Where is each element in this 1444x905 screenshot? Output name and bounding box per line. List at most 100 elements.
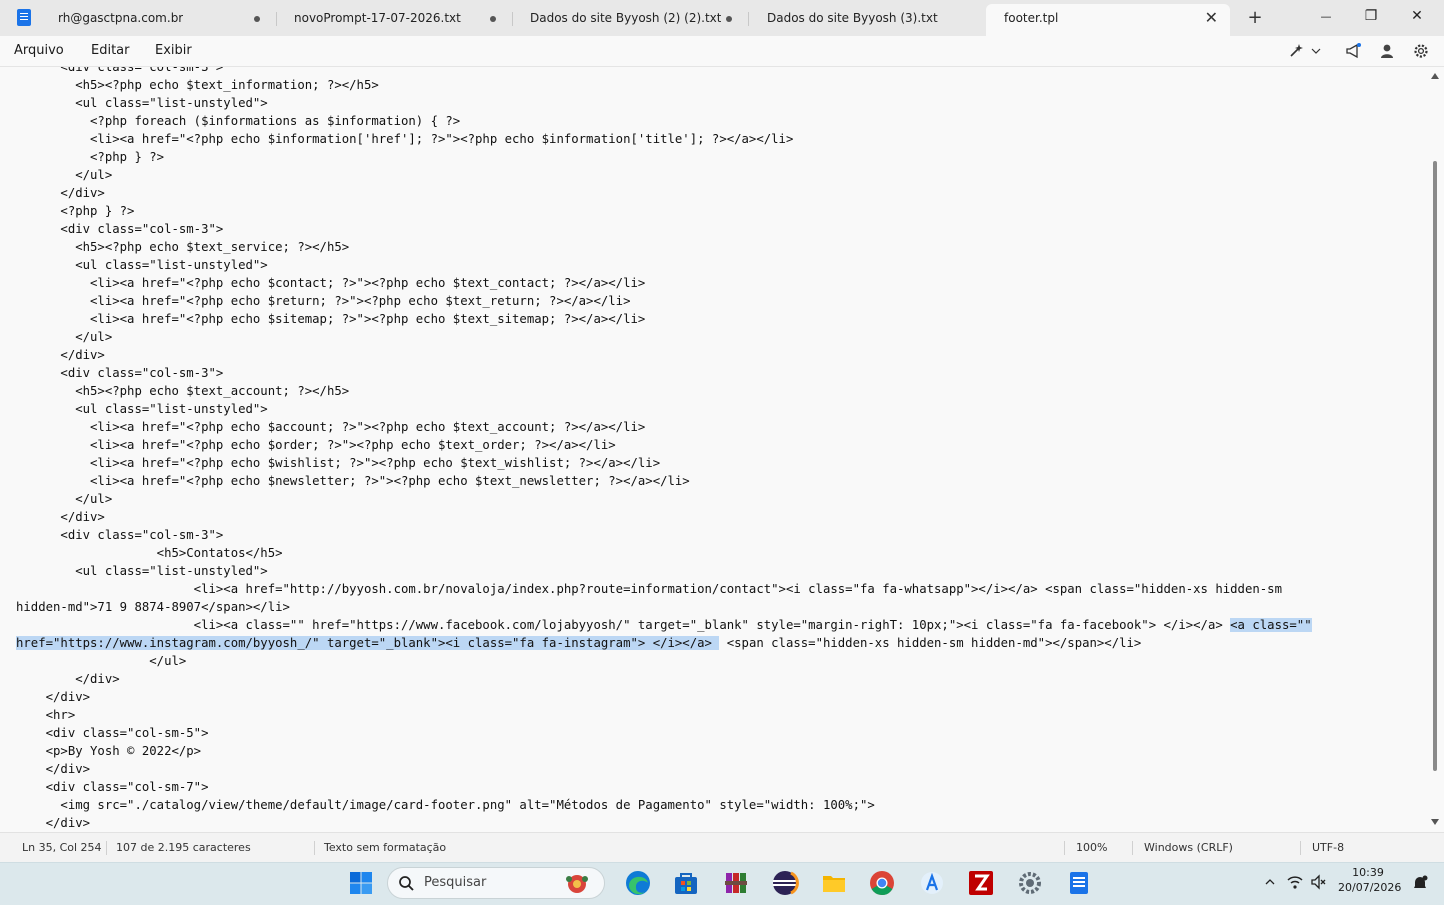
taskbar: Pesquisar 10:39 20/07/2026 xyxy=(0,862,1444,905)
windows-start-icon[interactable] xyxy=(347,869,375,897)
code-line: <li><a href="<?php echo $sitemap; ?>"><?… xyxy=(16,312,646,326)
code-line: </div> xyxy=(16,690,91,704)
close-tab-icon[interactable]: ✕ xyxy=(1205,4,1218,32)
code-line: <h5><?php echo $text_information; ?></h5… xyxy=(16,78,379,92)
tab-rh-gasctpna[interactable]: rh@gasctpna.com.br xyxy=(40,4,276,36)
code-line-cursor: <li><a class="" href="https://www.facebo… xyxy=(16,616,1312,634)
code-line: <li><a href="<?php echo $wishlist; ?>"><… xyxy=(16,456,661,470)
scroll-thumb[interactable] xyxy=(1433,161,1437,771)
code-line: <img src="./catalog/view/theme/default/i… xyxy=(16,798,875,812)
unsaved-dot-icon xyxy=(490,16,496,22)
close-icon: ✕ xyxy=(1411,8,1423,24)
file-explorer-icon[interactable] xyxy=(820,869,848,897)
code-line: hidden-md">71 9 8874-8907</span></li> xyxy=(16,600,290,614)
chevron-down-icon[interactable] xyxy=(1309,42,1323,60)
search-icon xyxy=(399,876,414,891)
code-line: <div class="col-sm-3"> xyxy=(16,366,224,380)
code-line: </ul> xyxy=(16,492,113,506)
settings-icon[interactable] xyxy=(1016,869,1044,897)
notification-icon[interactable] xyxy=(1411,874,1429,892)
status-separator xyxy=(314,841,315,855)
vertical-scrollbar[interactable] xyxy=(1428,67,1444,832)
cursor-position: Ln 35, Col 254 xyxy=(22,841,102,854)
maximize-button[interactable]: ❐ xyxy=(1348,0,1394,32)
code-line: </div> xyxy=(16,186,105,200)
new-tab-button[interactable]: + xyxy=(1243,5,1267,31)
code-line: </div> xyxy=(16,510,105,524)
notepad-icon xyxy=(17,9,31,26)
store-icon[interactable] xyxy=(672,869,700,897)
code-line: </ul> xyxy=(16,654,187,668)
close-window-button[interactable]: ✕ xyxy=(1394,0,1440,32)
text-editor[interactable]: <div class="col-sm-3"> <h5><?php echo $t… xyxy=(0,67,1428,832)
code-line: <li><a href="<?php echo $return; ?>"><?p… xyxy=(16,294,631,308)
status-separator xyxy=(106,841,107,855)
code-line: <div class="col-sm-3"> xyxy=(16,67,224,74)
code-line: <h5><?php echo $text_service; ?></h5> xyxy=(16,240,350,254)
code-line: <hr> xyxy=(16,708,76,722)
unsaved-dot-icon xyxy=(726,16,732,22)
gear-icon[interactable] xyxy=(1412,42,1430,60)
title-bar: rh@gasctpna.com.br novoPrompt-17-07-2026… xyxy=(0,0,1444,36)
line-ending[interactable]: Windows (CRLF) xyxy=(1144,833,1233,863)
code-line: <li><a href="<?php echo $order; ?>"><?ph… xyxy=(16,438,616,452)
menu-editar[interactable]: Editar xyxy=(91,36,130,66)
menu-exibir[interactable]: Exibir xyxy=(155,36,192,66)
code-line: <?php } ?> xyxy=(16,150,165,164)
menu-arquivo[interactable]: Arquivo xyxy=(14,36,64,66)
wifi-icon[interactable] xyxy=(1286,874,1304,890)
text-selection: <a class="" xyxy=(1230,618,1312,632)
restore-icon: ❐ xyxy=(1364,8,1378,24)
tab-dados-byyosh-3[interactable]: Dados do site Byyosh (3).txt xyxy=(749,4,985,36)
search-highlight-icon xyxy=(566,875,588,893)
megaphone-icon[interactable] xyxy=(1344,42,1362,60)
code-line: <li><a href="<?php echo $information['hr… xyxy=(16,132,794,146)
code-line: <ul class="list-unstyled"> xyxy=(16,564,268,578)
scroll-down-icon[interactable] xyxy=(1431,819,1439,825)
clock-time: 10:39 xyxy=(1352,866,1384,879)
edge-icon[interactable] xyxy=(624,869,652,897)
scroll-up-icon[interactable] xyxy=(1431,73,1439,79)
search-placeholder: Pesquisar xyxy=(424,875,487,890)
code-line: </ul> xyxy=(16,168,113,182)
code-line: <div class="col-sm-5"> xyxy=(16,726,209,740)
code-line: <ul class="list-unstyled"> xyxy=(16,258,268,272)
winrar-icon[interactable] xyxy=(722,869,750,897)
tab-footer-tpl[interactable]: footer.tpl ✕ xyxy=(986,4,1230,36)
format-indicator: Texto sem formatação xyxy=(324,841,447,854)
encoding[interactable]: UTF-8 xyxy=(1312,833,1344,863)
code-line: </div> xyxy=(16,762,91,776)
code-line: <h5>Contatos</h5> xyxy=(16,546,283,560)
text-selection: href="https://www.instagram.com/byyosh_/… xyxy=(16,636,720,650)
code-line: <div class="col-sm-7"> xyxy=(16,780,209,794)
code-line: </div> xyxy=(16,816,91,830)
tab-novoprompt[interactable]: novoPrompt-17-07-2026.txt xyxy=(276,4,512,36)
tab-title: footer.tpl xyxy=(1004,11,1059,25)
status-bar: Ln 35, Col 254 107 de 2.195 caracteres T… xyxy=(0,832,1444,863)
status-separator xyxy=(1300,841,1301,855)
account-icon[interactable] xyxy=(1378,42,1396,60)
tab-title: novoPrompt-17-07-2026.txt xyxy=(294,11,461,25)
chrome-icon[interactable] xyxy=(868,869,896,897)
minimize-button[interactable]: — xyxy=(1303,0,1349,32)
search-input[interactable]: Pesquisar xyxy=(387,867,605,899)
filezilla-icon[interactable] xyxy=(967,869,995,897)
app-icon[interactable] xyxy=(918,869,946,897)
code-line: <?php foreach ($informations as $informa… xyxy=(16,114,461,128)
code-line: <ul class="list-unstyled"> xyxy=(16,96,268,110)
speaker-muted-icon[interactable] xyxy=(1310,874,1328,890)
clock-date: 20/07/2026 xyxy=(1338,881,1402,894)
clock[interactable]: 10:39 20/07/2026 xyxy=(1338,866,1402,894)
code-line: </div> xyxy=(16,672,120,686)
tab-dados-byyosh-2[interactable]: Dados do site Byyosh (2) (2).txt xyxy=(512,4,748,36)
code-line: <li><a href="<?php echo $newsletter; ?>"… xyxy=(16,474,690,488)
notepad-icon[interactable] xyxy=(1065,869,1093,897)
character-count: 107 de 2.195 caracteres xyxy=(116,841,251,854)
copilot-icon[interactable] xyxy=(1287,42,1305,60)
tab-title: Dados do site Byyosh (2) (2).txt xyxy=(530,11,722,25)
chevron-up-icon[interactable] xyxy=(1263,875,1277,889)
minimize-icon: — xyxy=(1320,10,1332,23)
zoom-level[interactable]: 100% xyxy=(1076,833,1107,863)
eclipse-icon[interactable] xyxy=(771,869,799,897)
code-line: <h5><?php echo $text_account; ?></h5> xyxy=(16,384,350,398)
